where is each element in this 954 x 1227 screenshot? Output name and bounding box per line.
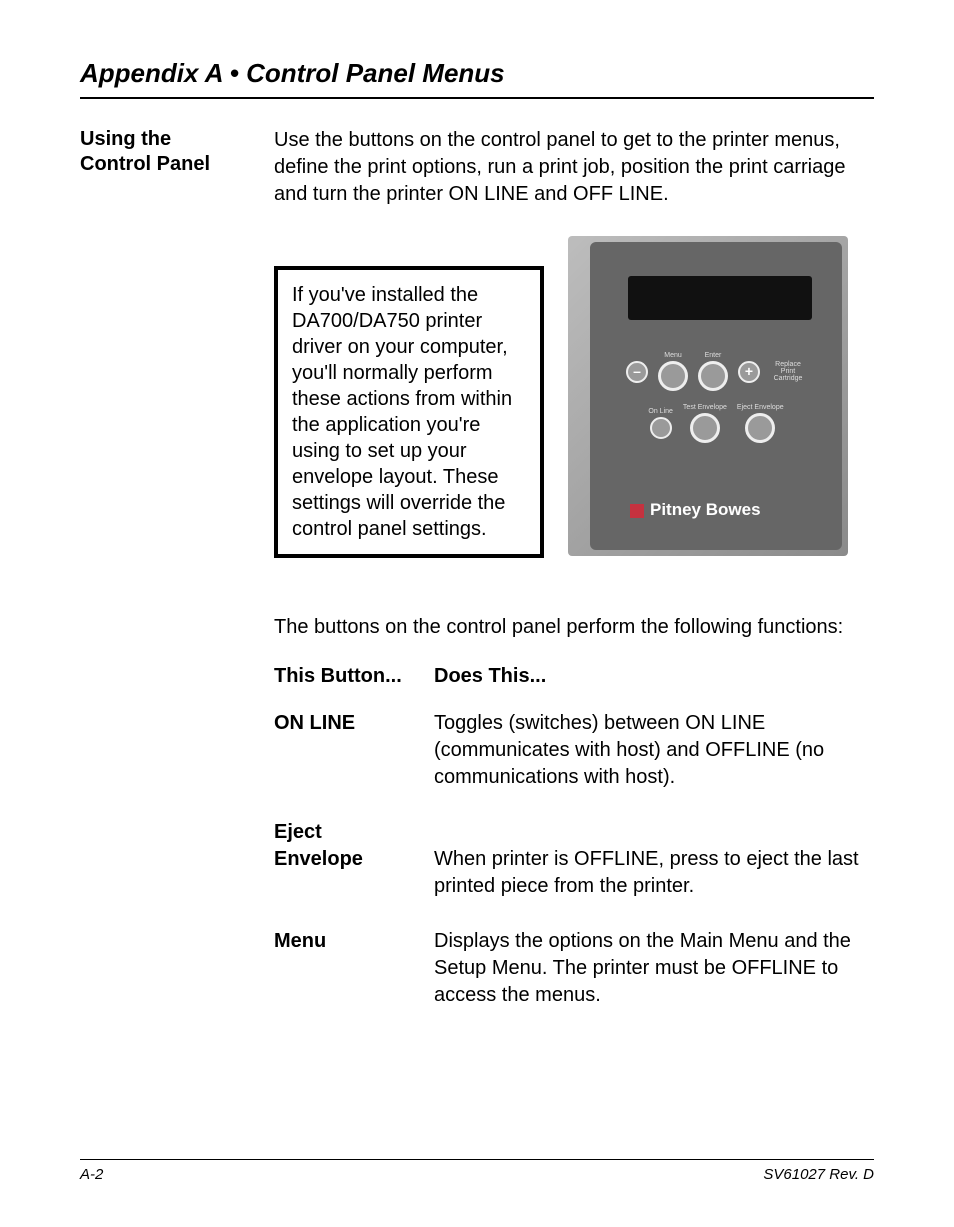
table-row: Eject — [274, 819, 874, 846]
table-row: ON LINE Toggles (switches) between ON LI… — [274, 710, 874, 791]
note-box: If you've installed the DA700/DA750 prin… — [274, 266, 544, 558]
page-footer: A-2 SV61027 Rev. D — [80, 1159, 874, 1183]
page-number: A-2 — [80, 1166, 103, 1183]
button-description: Displays the options on the Main Menu an… — [434, 928, 874, 1009]
content-columns: Using the Control Panel Use the buttons … — [80, 127, 874, 1037]
brand-icon — [630, 504, 644, 518]
replace-cartridge-label: Replace Print Cartridge — [770, 361, 806, 382]
menu-button-stack: Menu — [658, 352, 688, 391]
intro-paragraph: Use the buttons on the control panel to … — [274, 127, 874, 208]
button-name: ON LINE — [274, 710, 434, 791]
test-envelope-button[interactable] — [690, 413, 720, 443]
minus-button[interactable]: – — [626, 361, 648, 383]
online-button-stack: On Line — [648, 408, 673, 439]
online-button[interactable] — [650, 417, 672, 439]
eject-envelope-button[interactable] — [745, 413, 775, 443]
button-name: Eject — [274, 819, 434, 846]
enter-button-stack: Enter — [698, 352, 728, 391]
minus-icon: – — [628, 363, 646, 381]
section-heading-line1: Using the — [80, 128, 171, 150]
page: Appendix A • Control Panel Menus Using t… — [0, 0, 954, 1227]
menu-button[interactable] — [658, 361, 688, 391]
button-row-2: On Line Test Envelope Eject Envelope — [590, 404, 842, 443]
page-header: Appendix A • Control Panel Menus — [80, 58, 874, 99]
button-description: When printer is OFFLINE, press to eject … — [434, 846, 874, 900]
test-envelope-button-stack: Test Envelope — [683, 404, 727, 443]
enter-button[interactable] — [698, 361, 728, 391]
control-panel-photo: – Menu Enter + Replace Print Cartridge — [568, 236, 848, 556]
doc-revision: SV61027 Rev. D — [763, 1166, 874, 1183]
plus-icon: + — [740, 363, 758, 381]
table-header-button: This Button... — [274, 663, 434, 690]
online-label: On Line — [648, 408, 673, 415]
button-description: Toggles (switches) between ON LINE (comm… — [434, 710, 874, 791]
panel-face: – Menu Enter + Replace Print Cartridge — [590, 242, 842, 550]
lcd-display — [628, 276, 812, 320]
enter-label: Enter — [705, 352, 722, 359]
brand-text: Pitney Bowes — [650, 500, 761, 519]
table-header-does: Does This... — [434, 663, 546, 690]
button-description — [434, 819, 874, 846]
button-row-1: – Menu Enter + Replace Print Cartridge — [590, 352, 842, 391]
section-heading-column: Using the Control Panel — [80, 127, 240, 1037]
button-name: Menu — [274, 928, 434, 1009]
button-name: Envelope — [274, 846, 434, 900]
note-and-photo-row: If you've installed the DA700/DA750 prin… — [274, 236, 874, 558]
eject-envelope-button-stack: Eject Envelope — [737, 404, 784, 443]
table-preface: The buttons on the control panel perform… — [274, 614, 874, 641]
section-heading-line2: Control Panel — [80, 153, 210, 175]
plus-button[interactable]: + — [738, 361, 760, 383]
eject-envelope-label: Eject Envelope — [737, 404, 784, 411]
table-row: Menu Displays the options on the Main Me… — [274, 928, 874, 1009]
page-title: Appendix A • Control Panel Menus — [80, 58, 874, 89]
brand-label: Pitney Bowes — [630, 499, 761, 522]
body-column: Use the buttons on the control panel to … — [274, 127, 874, 1037]
section-heading: Using the Control Panel — [80, 127, 240, 177]
table-header-row: This Button... Does This... — [274, 663, 874, 690]
table-row: Envelope When printer is OFFLINE, press … — [274, 846, 874, 900]
menu-label: Menu — [664, 352, 682, 359]
test-envelope-label: Test Envelope — [683, 404, 727, 411]
